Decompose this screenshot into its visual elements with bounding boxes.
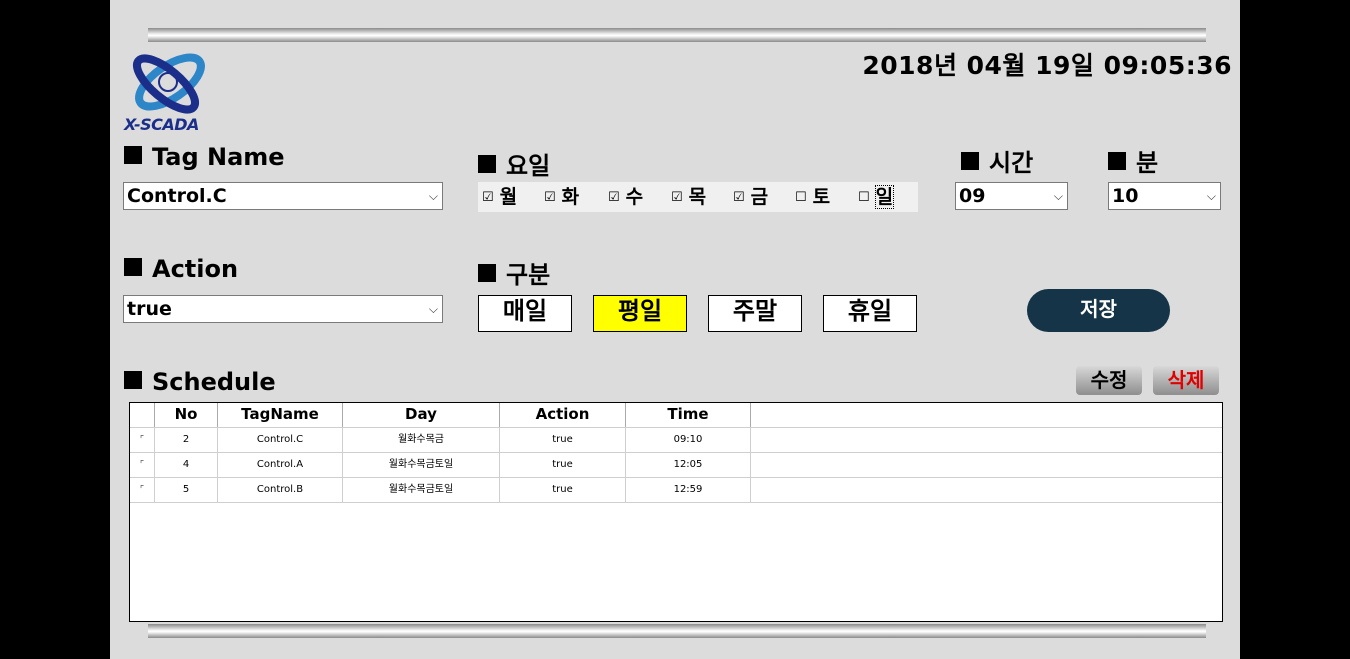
table-header-cell[interactable]: Action [500,403,626,427]
chevron-down-icon: ⌵ [1053,189,1063,203]
table-header-cell[interactable]: Time [626,403,751,427]
table-end-line [130,502,1222,503]
delete-button[interactable]: 삭제 [1153,366,1219,395]
weekday-checkbox[interactable]: ☑ 목 [671,182,706,212]
square-bullet-icon [124,146,142,164]
weekday-checkbox-label: 토 [812,186,831,208]
chevron-down-icon: ⌵ [428,189,438,203]
category-button[interactable]: 주말 [708,295,802,332]
weekday-checkbox[interactable]: ☑ 수 [608,182,643,212]
logo-text: X-SCADA [124,115,199,134]
table-cell-no: 5 [155,478,218,502]
square-bullet-icon [1108,152,1126,170]
table-header-cell[interactable]: No [155,403,218,427]
table-cell-day: 월화수목금토일 [343,478,500,502]
category-label: 구분 [478,255,550,290]
schedule-table: No TagName Day Action Time ⌜ 2 Control.C 월화수목금 tr… [129,402,1223,622]
unchecked-box-icon: ☐ [858,190,870,205]
table-row[interactable]: ⌜ 2 Control.C 월화수목금 true 09:10 [130,427,1222,452]
table-cell-time: 12:59 [626,478,751,502]
action-label: Action [124,255,238,283]
minute-select[interactable]: 10 ⌵ [1108,182,1221,210]
hour-select[interactable]: 09 ⌵ [955,182,1068,210]
weekday-checkbox-label: 월 [499,186,518,208]
tag-name-select[interactable]: Control.C ⌵ [123,182,443,210]
square-bullet-icon [961,152,979,170]
table-cell-tag: Control.A [218,453,343,477]
weekday-checkbox[interactable]: ☑ 월 [482,182,517,212]
weekday-checkbox-label: 금 [750,186,769,208]
table-cell-time: 12:05 [626,453,751,477]
hour-label: 시간 [961,143,1033,178]
table-cell-time: 09:10 [626,428,751,452]
square-bullet-icon [124,371,142,389]
row-select-checkbox[interactable]: ⌜ [130,478,155,502]
table-row[interactable]: ⌜ 5 Control.B 월화수목금토일 true 12:59 [130,477,1222,502]
weekday-checkbox[interactable]: ☑ 금 [733,182,768,212]
checked-box-icon: ☑ [733,190,745,205]
row-select-checkbox[interactable]: ⌜ [130,428,155,452]
table-cell-tag: Control.B [218,478,343,502]
minute-label: 분 [1108,143,1158,178]
table-cell-no: 4 [155,453,218,477]
table-cell-day: 월화수목금 [343,428,500,452]
table-cell-no: 2 [155,428,218,452]
save-button[interactable]: 저장 [1027,289,1170,332]
weekday-checkbox[interactable]: ☑ 화 [544,182,579,212]
table-header-cell[interactable]: Day [343,403,500,427]
weekday-checkbox-label: 일 [874,185,895,209]
checked-box-icon: ☑ [608,190,620,205]
table-cell-action: true [500,428,626,452]
weekday-checkbox-label: 수 [625,186,644,208]
table-cell-tag: Control.C [218,428,343,452]
category-button[interactable]: 평일 [593,295,687,332]
weekday-checkbox-label: 화 [561,186,580,208]
schedule-label: Schedule [124,368,276,396]
chevron-down-icon: ⌵ [1206,189,1216,203]
top-divider-bar [148,28,1206,42]
table-cell-day: 월화수목금토일 [343,453,500,477]
category-button[interactable]: 휴일 [823,295,917,332]
table-cell-filler [751,428,1222,452]
action-select[interactable]: true ⌵ [123,295,443,323]
bottom-divider-bar [148,624,1206,638]
weekday-checkbox-label: 목 [688,186,707,208]
category-button[interactable]: 매일 [478,295,572,332]
checked-box-icon: ☑ [482,190,494,205]
square-bullet-icon [478,155,496,173]
square-bullet-icon [124,258,142,276]
table-header-filler [751,403,1222,427]
scheduler-panel: X-SCADA 2018년 04월 19일 09:05:36 Tag Name … [110,0,1240,659]
weekday-checkbox[interactable]: ☐ 토 [795,182,830,212]
tag-name-label: Tag Name [124,143,285,171]
chevron-down-icon: ⌵ [428,302,438,316]
edit-button[interactable]: 수정 [1076,366,1142,395]
current-datetime: 2018년 04월 19일 09:05:36 [862,51,1232,80]
table-cell-action: true [500,478,626,502]
unchecked-box-icon: ☐ [795,190,807,205]
table-cell-action: true [500,453,626,477]
checked-box-icon: ☑ [544,190,556,205]
weekday-checkbox[interactable]: ☐ 일 [858,182,895,212]
table-header-cell[interactable]: TagName [218,403,343,427]
table-row[interactable]: ⌜ 4 Control.A 월화수목금토일 true 12:05 [130,452,1222,477]
table-cell-filler [751,453,1222,477]
checked-box-icon: ☑ [671,190,683,205]
table-header-select [130,403,155,427]
weekday-checkbox-group: ☑ 월 ☑ 화 ☑ 수 ☑ 목 ☑ 금 ☐ 토 ☐ 일 [478,182,918,212]
row-select-checkbox[interactable]: ⌜ [130,453,155,477]
weekday-label: 요일 [478,146,550,181]
square-bullet-icon [478,264,496,282]
table-cell-filler [751,478,1222,502]
